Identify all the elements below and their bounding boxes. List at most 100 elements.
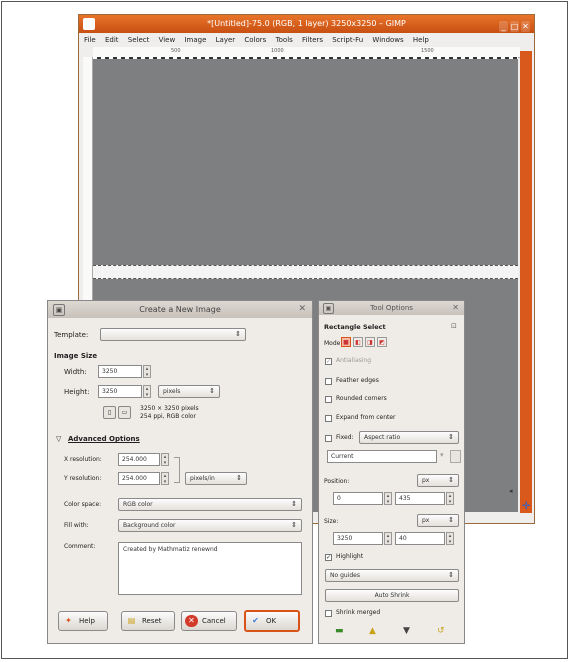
maximize-button[interactable]: □ (510, 21, 519, 32)
position-x-field[interactable]: 0 (333, 492, 383, 505)
tool-options-panel: ▣ Tool Options ✕ Rectangle Select ⊡ Mode… (318, 300, 465, 644)
position-unit-combo[interactable]: px ⇕ (417, 474, 459, 487)
close-icon[interactable]: ✕ (452, 301, 459, 315)
height-spinner[interactable]: ▴ ▾ (143, 385, 151, 398)
reset-button[interactable]: ▤ Reset (121, 611, 175, 631)
highlight-label: Highlight (336, 553, 364, 560)
menu-file[interactable]: File (84, 36, 96, 44)
mode-add-icon[interactable]: ◧ (353, 337, 363, 347)
position-y-spinner[interactable]: ▴ ▾ (446, 492, 454, 505)
xres-spinner[interactable]: ▴ ▾ (161, 453, 169, 466)
fixed-checkbox[interactable] (325, 435, 332, 442)
width-spinner[interactable]: ▴ ▾ (143, 365, 151, 378)
landscape-toggle-icon[interactable] (450, 450, 461, 463)
reset-icon: ▤ (127, 616, 136, 625)
chain-link-icon[interactable] (174, 457, 180, 483)
ok-button[interactable]: ✔ OK (244, 610, 300, 632)
width-field[interactable]: 3250 (98, 365, 142, 378)
expander-arrow-icon[interactable]: ▽ (56, 435, 61, 443)
expand-checkbox[interactable] (325, 415, 332, 422)
menu-windows[interactable]: Windows (372, 36, 403, 44)
gimp-titlebar[interactable]: *[Untitled]-75.0 (RGB, 1 layer) 3250x325… (79, 15, 534, 33)
restore-options-icon[interactable]: ▲ (369, 626, 376, 636)
antialiasing-checkbox[interactable]: ✓ (325, 358, 332, 365)
close-button[interactable]: ✕ (521, 21, 530, 32)
guides-combo[interactable]: No guides ⇕ (325, 569, 459, 582)
vertical-scrollbar[interactable] (520, 51, 532, 513)
delete-options-icon[interactable]: ▼ (403, 626, 410, 636)
size-h-spinner[interactable]: ▴ ▾ (446, 532, 454, 545)
current-field[interactable]: Current (327, 450, 437, 463)
chevron-updown-icon: ⇕ (236, 474, 242, 482)
chevron-updown-icon: ⇕ (235, 330, 241, 338)
portrait-icon[interactable]: ▯ (103, 406, 116, 419)
reset-tool-icon[interactable]: ⊡ (451, 322, 457, 330)
height-field[interactable]: 3250 (98, 385, 142, 398)
yres-spinner[interactable]: ▴ ▾ (161, 472, 169, 485)
menu-help[interactable]: Help (413, 36, 429, 44)
menu-select[interactable]: Select (128, 36, 150, 44)
rounded-checkbox[interactable] (325, 396, 332, 403)
position-x-spinner[interactable]: ▴ ▾ (384, 492, 392, 505)
zoom-arrow-icon[interactable]: ◂ (509, 487, 513, 495)
xres-field[interactable]: 254.000 (118, 453, 160, 466)
unit-combo[interactable]: pixels ⇕ (158, 385, 220, 398)
dropdown-arrow-icon[interactable]: ▾ (440, 451, 444, 459)
ok-button-label: OK (266, 617, 277, 625)
menu-edit[interactable]: Edit (105, 36, 119, 44)
feather-checkbox[interactable] (325, 378, 332, 385)
fillwith-value: Background color (123, 522, 176, 529)
create-new-image-dialog: ▣ Create a New Image ✕ Template: ⇕ Image… (47, 300, 313, 644)
dialog-app-icon: ▣ (53, 304, 65, 316)
comment-label: Comment: (64, 543, 96, 550)
dock-icon: ▣ (323, 303, 334, 314)
help-button-label: Help (79, 617, 95, 625)
menu-filters[interactable]: Filters (302, 36, 323, 44)
menu-colors[interactable]: Colors (244, 36, 266, 44)
guides-value: No guides (330, 572, 360, 579)
landscape-icon[interactable]: ▭ (118, 406, 131, 419)
chevron-updown-icon: ⇕ (448, 571, 454, 579)
fixed-combo[interactable]: Aspect ratio ⇕ (359, 431, 459, 444)
template-combo[interactable]: ⇕ (100, 328, 246, 341)
tool-options-titlebar[interactable]: ▣ Tool Options ✕ (319, 301, 464, 315)
size-w-spinner[interactable]: ▴ ▾ (384, 532, 392, 545)
fixed-label: Fixed: (336, 434, 354, 441)
save-options-icon[interactable]: ▬ (335, 626, 344, 636)
cancel-button[interactable]: ✕ Cancel (181, 611, 237, 631)
mode-intersect-icon[interactable]: ◩ (377, 337, 387, 347)
reset-options-icon[interactable]: ↺ (437, 626, 445, 636)
colorspace-combo[interactable]: RGB color ⇕ (118, 498, 302, 511)
mode-subtract-icon[interactable]: ◨ (365, 337, 375, 347)
gimp-menubar: File Edit Select View Image Layer Colors… (79, 33, 534, 47)
close-icon[interactable]: ✕ (298, 301, 306, 318)
res-unit-combo[interactable]: pixels/in ⇕ (185, 472, 247, 485)
size-label: Size: (324, 518, 339, 525)
help-button[interactable]: ✦ Help (58, 611, 108, 631)
template-label: Template: (54, 331, 89, 339)
position-y-field[interactable]: 435 (395, 492, 445, 505)
mode-replace-icon[interactable]: ■ (341, 337, 351, 347)
chevron-updown-icon: ⇕ (209, 387, 215, 395)
navigate-icon[interactable]: ✛ (522, 502, 532, 512)
fixed-value: Aspect ratio (364, 434, 401, 441)
size-h-field[interactable]: 40 (395, 532, 445, 545)
comment-textarea[interactable]: Created by Mathmatiz renewnd (118, 542, 302, 595)
position-label: Position: (324, 478, 350, 485)
menu-script-fu[interactable]: Script-Fu (332, 36, 363, 44)
yres-field[interactable]: 254.000 (118, 472, 160, 485)
menu-view[interactable]: View (159, 36, 176, 44)
menu-tools[interactable]: Tools (276, 36, 293, 44)
fillwith-combo[interactable]: Background color ⇕ (118, 519, 302, 532)
minimize-button[interactable]: _ (499, 21, 508, 32)
advanced-options-expander[interactable]: Advanced Options (68, 435, 140, 443)
menu-layer[interactable]: Layer (216, 36, 236, 44)
shrink-merged-checkbox[interactable] (325, 610, 332, 617)
size-unit-combo[interactable]: px ⇕ (417, 514, 459, 527)
highlight-checkbox[interactable]: ✓ (325, 554, 332, 561)
menu-image[interactable]: Image (184, 36, 206, 44)
ruler-tick-label: 1000 (271, 48, 284, 54)
dialog-titlebar[interactable]: ▣ Create a New Image ✕ (48, 301, 312, 318)
auto-shrink-button[interactable]: Auto Shrink (325, 589, 459, 602)
size-w-field[interactable]: 3250 (333, 532, 383, 545)
